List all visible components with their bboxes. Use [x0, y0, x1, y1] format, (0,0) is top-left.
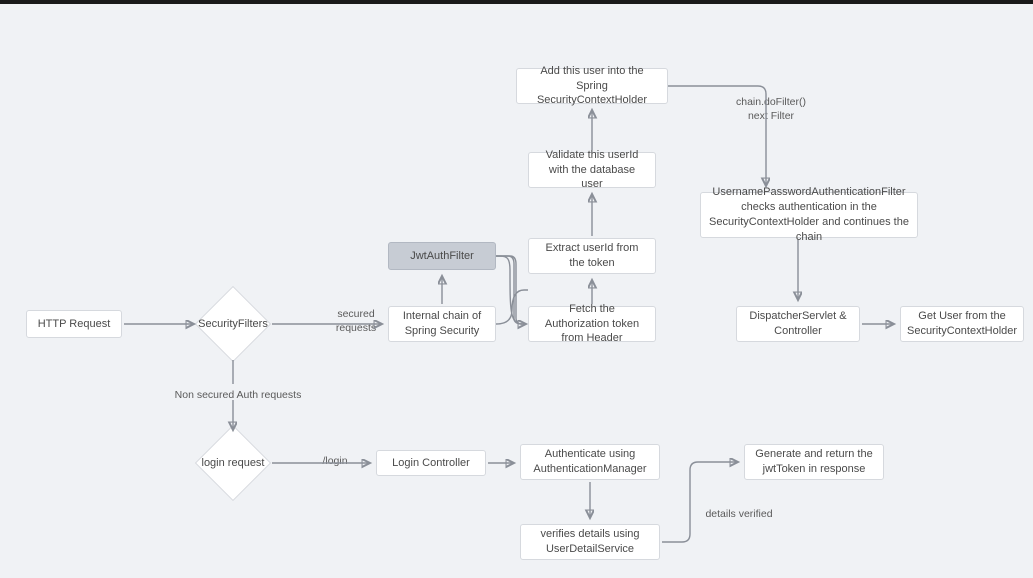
- edge-label-details-verified: details verified: [694, 508, 784, 522]
- node-login-controller: Login Controller: [376, 450, 486, 476]
- node-gen-jwt: Generate and return the jwtToken in resp…: [744, 444, 884, 480]
- node-login-request: [195, 425, 271, 501]
- node-auth-manager: Authenticate using AuthenticationManager: [520, 444, 660, 480]
- edge-label-secured: secured requests: [326, 308, 386, 335]
- node-internal-chain: Internal chain of Spring Security: [388, 306, 496, 342]
- node-extract-userid: Extract userId from the token: [528, 238, 656, 274]
- edge-label-login: /login: [310, 455, 360, 469]
- node-verify-details: verifies details using UserDetailService: [520, 524, 660, 560]
- node-http-request: HTTP Request: [26, 310, 122, 338]
- node-add-user: Add this user into the Spring SecurityCo…: [516, 68, 668, 104]
- node-get-user: Get User from the SecurityContextHolder: [900, 306, 1024, 342]
- node-fetch-auth: Fetch the Authorization token from Heade…: [528, 306, 656, 342]
- edge-label-chain-dofilter: chain.doFilter() next Filter: [726, 96, 816, 123]
- node-dispatcher: DispatcherServlet & Controller: [736, 306, 860, 342]
- node-security-filters: [195, 286, 271, 362]
- node-validate-userid: Validate this userId with the database u…: [528, 152, 656, 188]
- node-upaf: UsernamePasswordAuthenticationFilter che…: [700, 192, 918, 238]
- node-jwt-auth-filter: JwtAuthFilter: [388, 242, 496, 270]
- edge-label-non-secured: Non secured Auth requests: [168, 389, 308, 403]
